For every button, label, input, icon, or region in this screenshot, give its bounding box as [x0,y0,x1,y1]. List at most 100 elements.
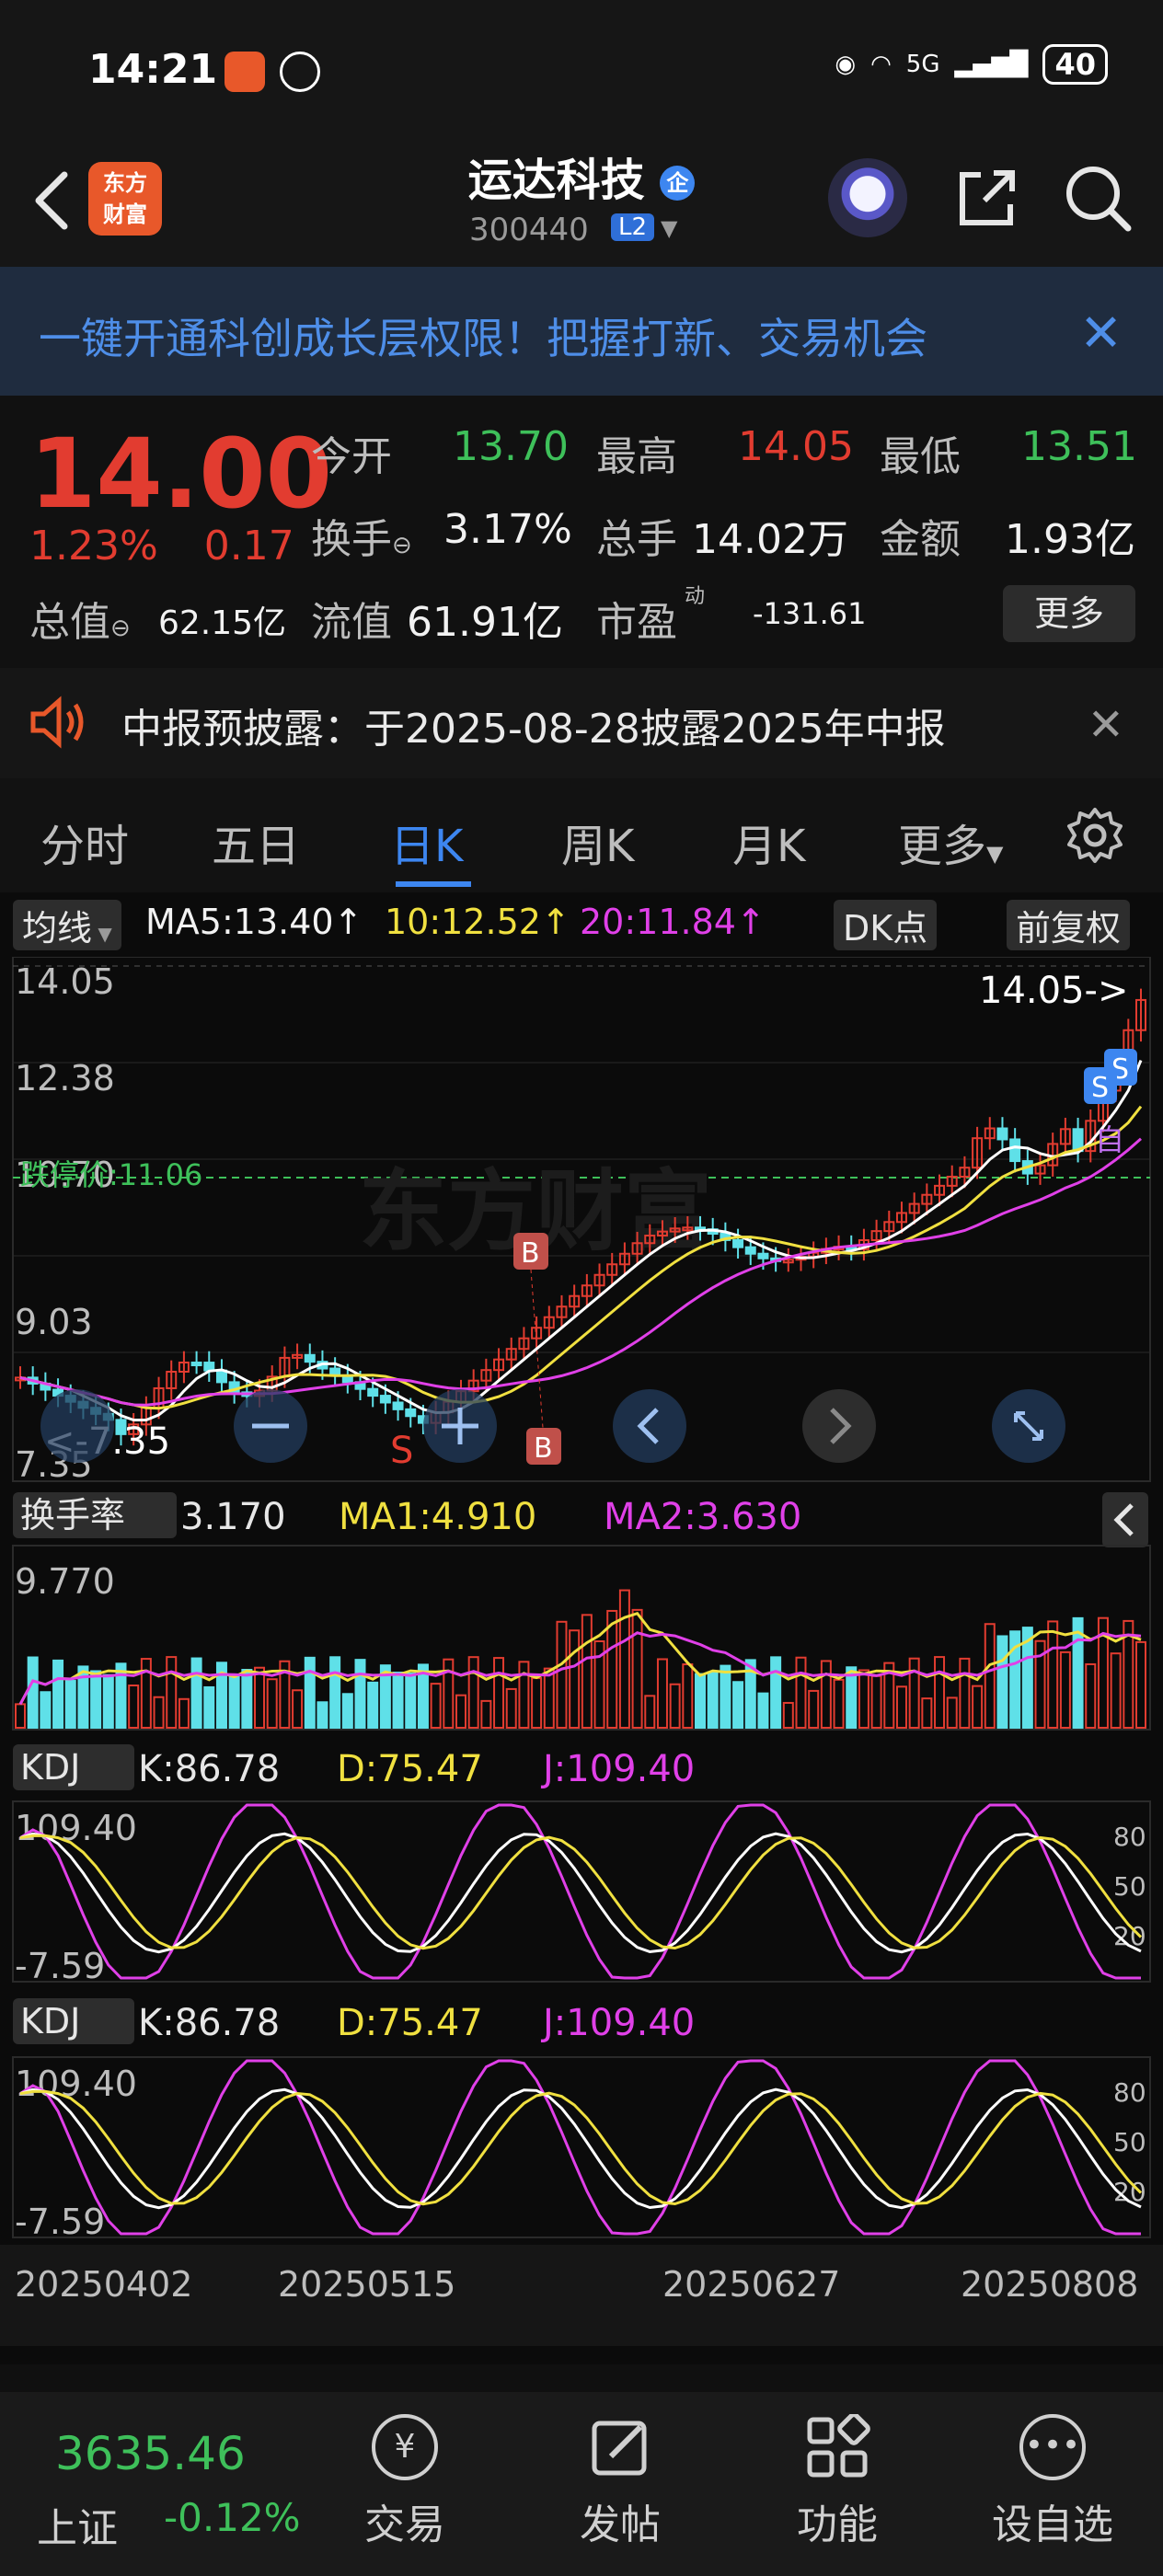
kdj1-y-top: 109.40 [15,1808,137,1848]
more-dots-icon: ••• [1019,2414,1086,2480]
more-quote-button[interactable]: 更多 [1003,585,1135,642]
turnover-bar [543,1667,555,1729]
date-label-4: 20250808 [961,2264,1138,2305]
stock-header: 东方 财富 运达科技 企 300440 L2 ▼ [0,138,1163,267]
date-label-2: 20250515 [278,2264,455,2305]
y-tick-2: 12.38 [15,1058,115,1098]
price-change: 1.23% 0.17 [29,523,294,569]
chevron-down-icon: ▼ [92,923,112,945]
turnover-bar [140,1658,152,1730]
turnover-bar [782,1701,794,1730]
search-icon[interactable] [1058,158,1137,237]
robot-assistant-icon[interactable] [828,158,907,237]
notice-text[interactable]: 中报预披露：于2025-08-28披露2025年中报 [121,696,946,754]
info-icon[interactable]: ⊖ [110,615,131,642]
turnover-value: 3.170 [180,1496,286,1538]
turnover-bar [618,1589,630,1729]
turnover-bar [392,1671,404,1729]
total-cap-value: 62.15亿 [158,604,287,642]
grid-icon [807,2414,870,2478]
yen-icon: ¥ [372,2414,438,2480]
signal-icon: 5G [905,51,940,78]
turnover-bar [732,1681,744,1730]
change-pct: 1.23% [29,523,158,569]
turnover-bar [531,1677,543,1729]
turnover-bar [858,1669,869,1730]
tab-intraday[interactable]: 分时 [40,810,129,874]
kline-chart-area[interactable]: 均线 ▼ MA5:13.40↑ 10:12.52↑ 20:11.84↑ DK点 … [0,892,1163,2364]
tab-weekly-k[interactable]: 周K [561,810,634,874]
turnover-bar [921,1697,933,1730]
tab-five-day[interactable]: 五日 [212,810,300,874]
ma5-text: MA5:13.40 [145,902,334,942]
candle-body [392,1401,404,1410]
tab-monthly-k[interactable]: 月K [732,810,805,874]
status-time: 14:21 [88,46,218,93]
turnover-bar [770,1656,782,1729]
adjust-button[interactable]: 前复权 [1007,900,1131,950]
max-price-label: 14.05-> [979,970,1128,1012]
date-label-3: 20250627 [662,2264,840,2305]
kdj2-d: D:75.47 [337,2002,483,2044]
sell-marker-blue-2-text: S [1091,1072,1109,1104]
share-icon[interactable] [948,158,1027,237]
kdj2-k: K:86.78 [138,2002,280,2044]
turnover-bar [254,1666,266,1730]
kdj2-y-bottom: -7.59 [15,2202,105,2242]
turnover-label-text: 换手 [311,516,392,563]
candle-body [304,1353,316,1363]
indicator-select-label: 均线 [22,908,93,949]
low-label: 最低 [880,433,961,480]
amount-value: 1.93亿 [1005,516,1135,563]
chevron-down-icon: ▼ [986,841,1004,867]
kdj2-j: J:109.40 [540,2002,695,2044]
battery-icon: 40 [1042,44,1108,85]
wifi-icon: ◠ [870,51,892,78]
tab-daily-k[interactable]: 日K [390,810,463,874]
nav-functions[interactable]: 功能 [745,2414,929,2550]
close-icon[interactable]: ✕ [1079,304,1123,363]
status-bar: 14:21 ◉ ◠ 5G ▂▄▆█ 40 [0,0,1163,138]
tab-more-label: 更多 [898,821,987,872]
turnover-bar [707,1671,719,1730]
gear-icon[interactable] [1065,806,1124,865]
code-dropdown-icon[interactable]: ▼ [661,215,677,241]
turnover-bar [972,1685,984,1729]
nav-add-watchlist[interactable]: ••• 设自选 [961,2414,1145,2550]
level2-badge[interactable]: L2 [611,213,655,241]
pe-label: 市盈 [596,599,677,646]
kdj1-level-50: 50 [1113,1871,1146,1902]
open-value: 13.70 [453,423,569,470]
status-icons: ◉ ◠ 5G ▂▄▆█ 40 [835,44,1108,85]
candle-body [1009,1138,1021,1163]
chart-svg[interactable]: 东方财富 14.05 12.38 10.70 9.03 7.35 跌停价:11.… [0,957,1163,2364]
buy-marker-text: B [521,1237,540,1270]
index-value[interactable]: 3635.46 [55,2427,246,2480]
index-change[interactable]: -0.12% [164,2495,301,2540]
ma20-value: 20:11.84↑ [580,902,766,942]
close-icon[interactable]: ✕ [1088,699,1124,751]
speaker-icon [30,696,84,749]
edit-icon [592,2421,647,2476]
nav-trade[interactable]: ¥ 交易 [313,2414,497,2550]
report-notice[interactable]: 中报预披露：于2025-08-28披露2025年中报 ✕ [0,668,1163,778]
nav-post[interactable]: 发帖 [528,2414,712,2550]
turnover-bar [467,1656,479,1730]
turnover-bar [190,1657,202,1729]
turnover-bar [241,1669,253,1730]
banner-text[interactable]: 一键开通科创成长层权限！把握打新、交易机会 [39,305,927,366]
high-value: 14.05 [738,423,854,470]
index-name[interactable]: 上证 [37,2495,118,2554]
pe-dynamic-sup: 动 [685,585,706,608]
last-price: 14.00 [29,418,332,530]
promo-banner[interactable]: 一键开通科创成长层权限！把握打新、交易机会 ✕ [0,267,1163,396]
turnover-bar [669,1683,681,1729]
info-icon[interactable]: ⊖ [392,532,412,559]
turnover-bar [52,1659,64,1729]
turnover-bar [505,1687,517,1730]
dk-point-button[interactable]: DK点 [834,900,938,950]
indicator-select-ma[interactable]: 均线 ▼ [13,900,121,950]
tab-more[interactable]: 更多▼ [898,810,1003,874]
buy-marker-2-text: B [534,1432,553,1465]
enterprise-badge: 企 [660,166,696,201]
